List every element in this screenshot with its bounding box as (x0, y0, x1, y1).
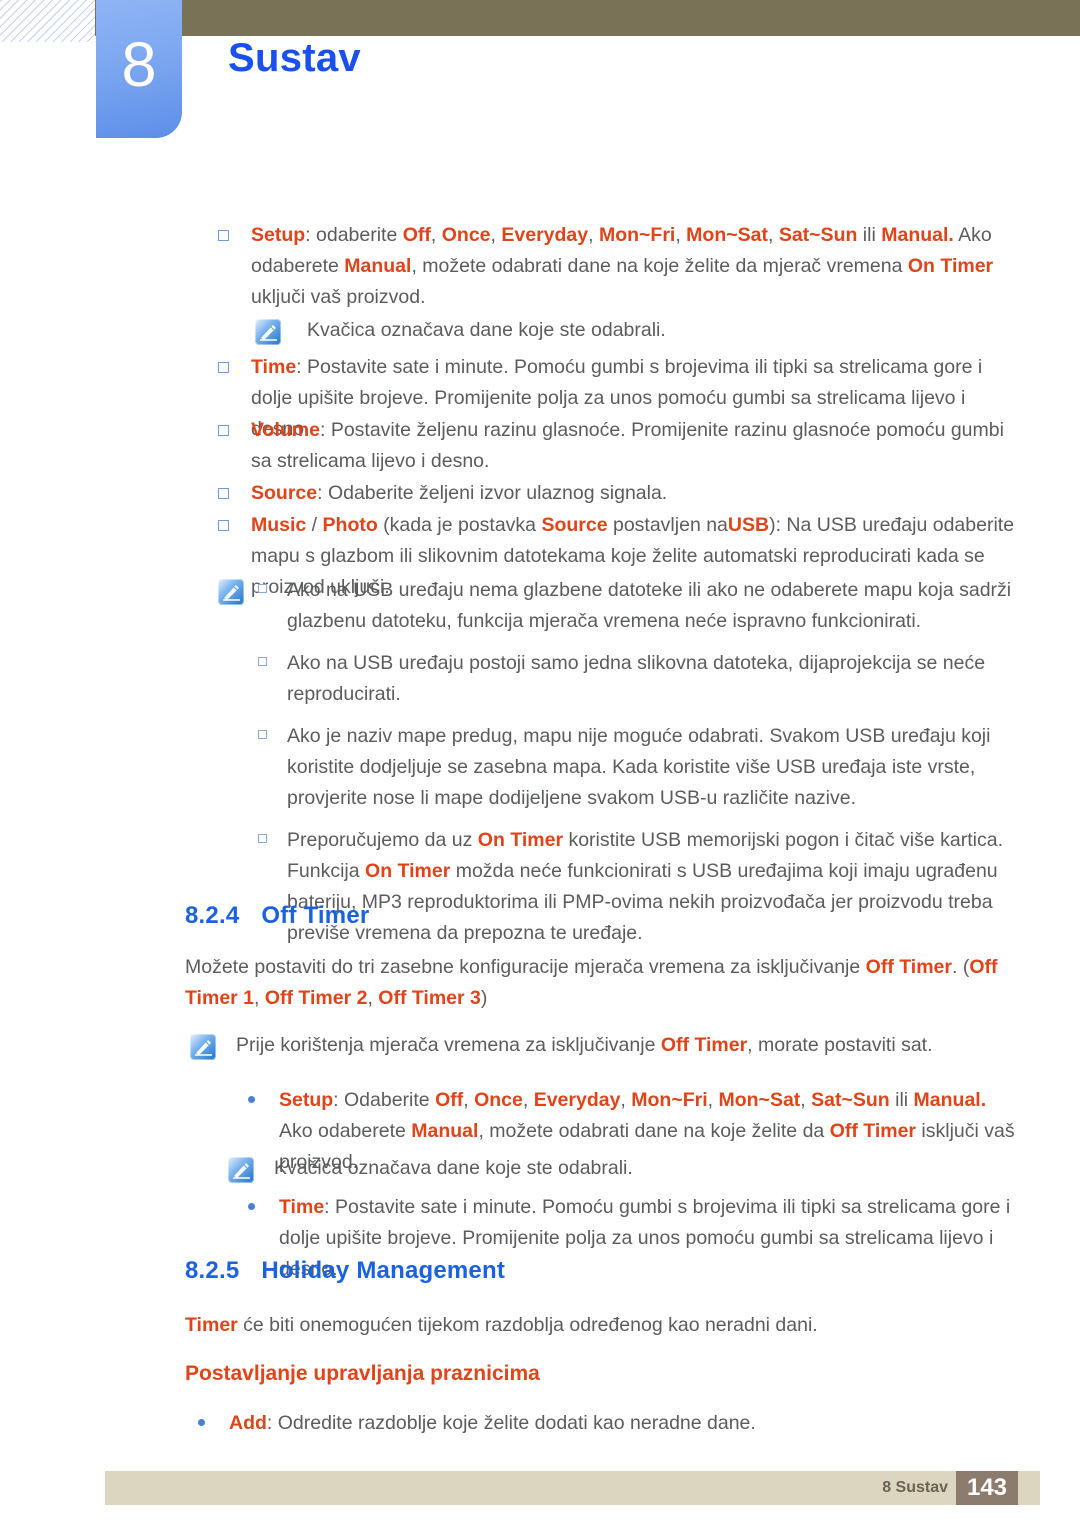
term-on-timer: On Timer (907, 255, 994, 277)
term-timer: Timer (185, 1314, 238, 1336)
option-mon-fri: Mon~Fri (598, 224, 676, 246)
option-mon-fri: Mon~Fri (631, 1089, 708, 1111)
holiday-intro: Timer će biti onemogućen tijekom razdobl… (185, 1314, 818, 1336)
note-pencil-icon (218, 579, 244, 605)
page-header: 8 Sustav (0, 0, 1080, 140)
square-bullet-icon (218, 488, 229, 499)
term-setup: Setup (279, 1089, 334, 1111)
list-item: Preporučujemo da uz On Timer koristite U… (258, 825, 1018, 949)
term-on-timer: On Timer (365, 860, 451, 882)
section-number: 8.2.4 (185, 902, 240, 929)
option-sat-sun: Sat~Sun (778, 224, 858, 246)
usb-note-3: Ako je naziv mape predug, mapu nije mogu… (287, 725, 991, 809)
chapter-number-badge: 8 (96, 0, 182, 138)
list-item: Ako na USB uređaju postoji samo jedna sl… (258, 648, 1018, 710)
term-usb: USB (727, 514, 770, 536)
list-item: Setup: odaberite Off, Once, Everyday, Mo… (218, 220, 1018, 313)
list-item: Source: Odaberite željeni izvor ulaznog … (218, 478, 1008, 509)
note-pencil-icon (255, 319, 281, 345)
term-off-timer: Off Timer (865, 956, 952, 978)
option-once: Once (441, 224, 491, 246)
term-source-ref: Source (541, 514, 608, 536)
source-bullet-text: Source: Odaberite željeni izvor ulaznog … (251, 482, 668, 504)
square-bullet-icon (258, 834, 267, 843)
dot-bullet-icon (248, 1096, 255, 1103)
note-text: Kvačica označava dane koje ste odabrali. (307, 319, 666, 341)
term-off-timer-3: Off Timer 3 (378, 987, 481, 1009)
term-time: Time (279, 1196, 325, 1218)
note-block: Kvačica označava dane koje ste odabrali. (255, 315, 1015, 346)
holiday-subheading: Postavljanje upravljanja praznicima (185, 1362, 540, 1385)
term-setup: Setup (251, 224, 306, 246)
option-sat-sun: Sat~Sun (811, 1089, 890, 1111)
option-once: Once (474, 1089, 523, 1111)
square-bullet-icon (258, 584, 267, 593)
square-bullet-icon (218, 362, 229, 373)
note-prereq-text: Prije korištenja mjerača vremena za iskl… (236, 1034, 933, 1056)
term-music: Music (251, 514, 307, 536)
section-title: Holiday Management (261, 1257, 506, 1284)
square-bullet-icon (258, 657, 267, 666)
header-bar (95, 0, 1080, 36)
option-mon-sat: Mon~Sat (718, 1089, 801, 1111)
note-block-usb: Ako na USB uređaju nema glazbene datotek… (218, 575, 1018, 949)
dot-bullet-icon (248, 1203, 255, 1210)
off-timer-intro: Možete postaviti do tri zasebne konfigur… (185, 956, 998, 1009)
note-pencil-icon (228, 1157, 254, 1183)
term-off-timer-2: Off Timer 2 (264, 987, 368, 1009)
term-source: Source (251, 482, 318, 504)
square-bullet-icon (218, 520, 229, 531)
list-item: Add: Odredite razdoblje koje želite doda… (198, 1408, 998, 1439)
section-heading-8-2-4: 8.2.4 Off Timer (185, 902, 369, 930)
option-manual: Manual. (913, 1089, 987, 1111)
square-bullet-icon (218, 230, 229, 241)
option-off: Off (402, 224, 431, 246)
term-photo: Photo (322, 514, 378, 536)
section-heading-8-2-5: 8.2.5 Holiday Management (185, 1257, 505, 1285)
term-time: Time (251, 356, 297, 378)
option-mon-sat: Mon~Sat (686, 224, 768, 246)
holiday-add-text: Add: Odredite razdoblje koje želite doda… (229, 1412, 756, 1434)
note-pencil-icon (190, 1034, 216, 1060)
term-on-timer: On Timer (477, 829, 564, 851)
section-title: Off Timer (261, 902, 370, 929)
usb-note-1: Ako na USB uređaju nema glazbene datotek… (287, 579, 1012, 632)
dot-bullet-icon (198, 1419, 205, 1426)
footer-page-number: 143 (956, 1471, 1018, 1505)
square-bullet-icon (258, 730, 267, 739)
list-item: Ako je naziv mape predug, mapu nije mogu… (258, 721, 1018, 814)
option-off: Off (435, 1089, 464, 1111)
section-number: 8.2.5 (185, 1257, 240, 1284)
term-manual: Manual (344, 255, 412, 277)
term-off-timer: Off Timer (829, 1120, 917, 1142)
usb-note-4: Preporučujemo da uz On Timer koristite U… (287, 829, 1003, 944)
option-everyday: Everyday (501, 224, 589, 246)
setup-bullet-text: Setup: odaberite Off, Once, Everyday, Mo… (251, 224, 994, 308)
term-manual: Manual (411, 1120, 479, 1142)
chapter-title: Sustav (228, 36, 361, 80)
term-volume: Volume (251, 419, 320, 441)
option-everyday: Everyday (533, 1089, 621, 1111)
page-footer: 8 Sustav 143 (105, 1471, 1040, 1505)
note-block: Kvačica označava dane koje ste odabrali. (228, 1153, 1018, 1184)
usb-note-2: Ako na USB uređaju postoji samo jedna sl… (287, 652, 986, 705)
note-text: Kvačica označava dane koje ste odabrali. (274, 1157, 633, 1179)
option-manual: Manual. (881, 224, 954, 246)
list-item: Ako na USB uređaju nema glazbene datotek… (258, 575, 1018, 637)
term-add: Add (229, 1412, 267, 1434)
list-item: Volume: Postavite željenu razinu glasnoć… (218, 415, 1008, 477)
footer-chapter-label: 8 Sustav (882, 1479, 948, 1496)
square-bullet-icon (218, 425, 229, 436)
note-block-prereq: Prije korištenja mjerača vremena za iskl… (190, 1030, 1020, 1061)
volume-bullet-text: Volume: Postavite željenu razinu glasnoć… (251, 419, 1004, 472)
term-off-timer: Off Timer (660, 1034, 748, 1056)
